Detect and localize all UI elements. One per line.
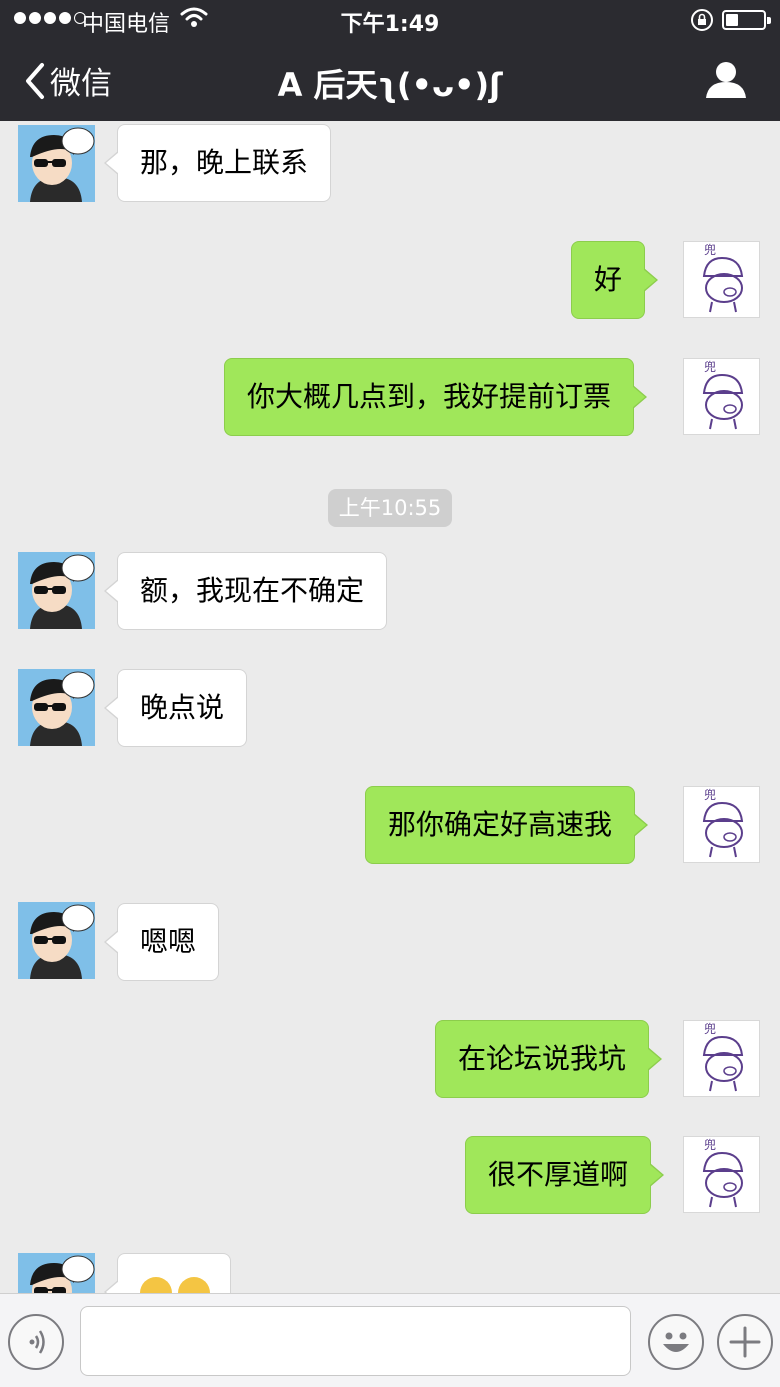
voice-icon xyxy=(29,1330,45,1354)
avatar-text: 兜 xyxy=(704,1137,716,1152)
outgoing-message-bubble[interactable]: 你大概几点到，我好提前订票 xyxy=(224,358,648,436)
status-time: 下午1:49 xyxy=(340,12,440,37)
person-icon[interactable] xyxy=(704,60,748,100)
my-avatar[interactable]: 兜 xyxy=(683,241,760,318)
input-bar xyxy=(0,1293,780,1387)
avatar-text: 兜 xyxy=(704,242,716,257)
emoji-message xyxy=(140,1277,210,1293)
cartoon-pig-avatar-icon: 兜 xyxy=(684,359,759,434)
chat-title: A 后天ʅ(•ᴗ•)ʃ xyxy=(0,60,780,106)
contact-avatar[interactable] xyxy=(18,669,95,746)
cat-emoji-icon xyxy=(178,1277,210,1293)
plus-icon xyxy=(729,1326,761,1358)
cartoon-pig-avatar-icon: 兜 xyxy=(684,787,759,862)
avatar-text: 兜 xyxy=(704,787,716,802)
emoji-button[interactable] xyxy=(648,1314,704,1370)
cartoon-boy-avatar-icon xyxy=(18,669,95,746)
incoming-message-bubble[interactable]: 那，晚上联系 xyxy=(103,124,332,202)
cat-emoji-icon xyxy=(140,1277,172,1293)
smiley-icon xyxy=(663,1332,689,1352)
cartoon-pig-avatar-icon: 兜 xyxy=(684,1021,759,1096)
contact-avatar[interactable] xyxy=(18,125,95,202)
more-button[interactable] xyxy=(717,1314,773,1370)
message-input[interactable] xyxy=(80,1306,631,1376)
cartoon-boy-avatar-icon xyxy=(18,125,95,202)
incoming-message-bubble[interactable]: 晚点说 xyxy=(103,669,248,747)
outgoing-message-bubble[interactable]: 很不厚道啊 xyxy=(465,1136,665,1214)
rotation-lock-icon xyxy=(691,9,713,31)
message-timestamp: 上午10:55 xyxy=(328,489,452,527)
navigation-bar: 微信 A 后天ʅ(•ᴗ•)ʃ xyxy=(0,40,780,121)
outgoing-message-bubble[interactable]: 好 xyxy=(571,241,659,319)
avatar-text: 兜 xyxy=(704,1021,716,1036)
my-avatar[interactable]: 兜 xyxy=(683,1020,760,1097)
contact-avatar[interactable] xyxy=(18,552,95,629)
my-avatar[interactable]: 兜 xyxy=(683,358,760,435)
my-avatar[interactable]: 兜 xyxy=(683,1136,760,1213)
incoming-message-bubble[interactable]: 额，我现在不确定 xyxy=(103,552,388,630)
avatar-text: 兜 xyxy=(704,359,716,374)
cartoon-boy-avatar-icon xyxy=(18,1253,95,1293)
status-bar: 中国电信 下午1:49 xyxy=(0,0,780,40)
voice-button[interactable] xyxy=(8,1314,64,1370)
contact-avatar[interactable] xyxy=(18,902,95,979)
my-avatar[interactable]: 兜 xyxy=(683,786,760,863)
title-emoticon: ʅ(•ᴗ•)ʃ xyxy=(377,66,503,104)
battery-icon xyxy=(722,10,771,30)
cartoon-boy-avatar-icon xyxy=(18,552,95,629)
top-bar: 中国电信 下午1:49 微信 A 后天ʅ(•ᴗ•)ʃ xyxy=(0,0,780,121)
cartoon-pig-avatar-icon: 兜 xyxy=(684,1137,759,1212)
contact-avatar[interactable] xyxy=(18,1253,95,1293)
message-list[interactable]: 那，晚上联系 兜 好 兜 你大概几点到，我好提前订票 上午10:55 额，我现在… xyxy=(0,121,780,1293)
incoming-message-bubble[interactable]: 嗯嗯 xyxy=(103,903,220,981)
outgoing-message-bubble[interactable]: 在论坛说我坑 xyxy=(435,1020,663,1098)
outgoing-message-bubble[interactable]: 那你确定好高速我 xyxy=(365,786,649,864)
chat-title-text: A 后天 xyxy=(277,66,378,104)
cartoon-boy-avatar-icon xyxy=(18,902,95,979)
cartoon-pig-avatar-icon: 兜 xyxy=(684,242,759,317)
